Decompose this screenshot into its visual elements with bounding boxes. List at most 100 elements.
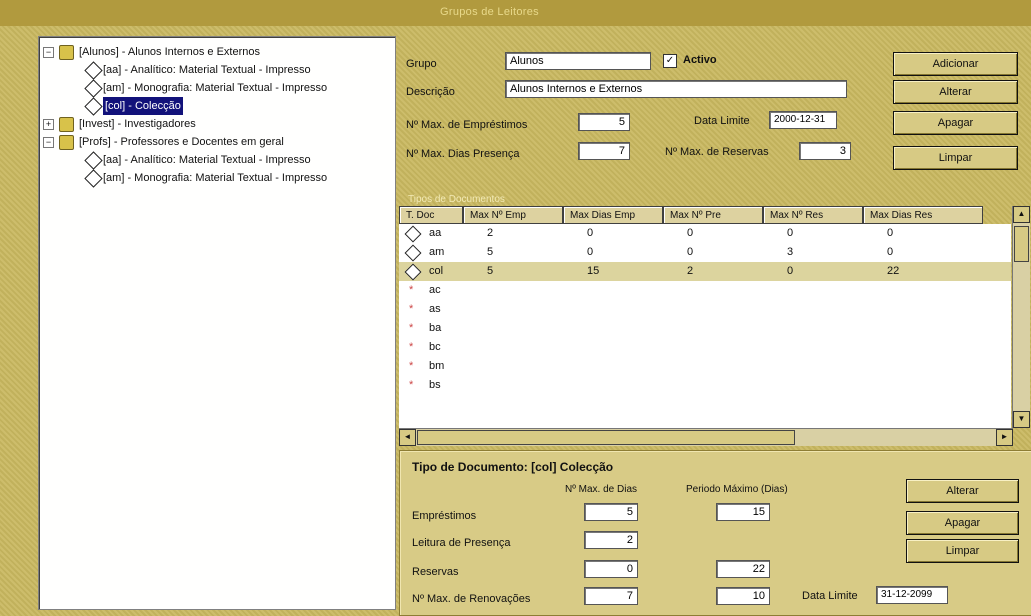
doc-type-code-cell: col — [429, 265, 444, 277]
col-periodo-header: Periodo Máximo (Dias) — [686, 484, 788, 495]
reservas-label: Reservas — [412, 566, 459, 578]
document-type-icon — [404, 244, 422, 262]
leitura-presenca-dias-input[interactable] — [584, 531, 638, 549]
document-type-icon — [84, 79, 103, 98]
detail-data-limite-input[interactable] — [876, 586, 948, 604]
column-header[interactable]: T. Doc — [399, 206, 463, 224]
max-dias-presenca-input[interactable] — [578, 142, 630, 160]
new-row-icon: * — [409, 341, 414, 353]
activo-checkbox[interactable]: ✓ — [663, 54, 677, 68]
column-header[interactable]: Max Dias Res — [863, 206, 983, 224]
table-cell: 0 — [687, 246, 694, 258]
doc-type-code-cell: bm — [429, 360, 445, 372]
emprestimos-periodo-input[interactable] — [716, 503, 770, 521]
detail-apagar-button[interactable]: Apagar — [906, 511, 1019, 535]
scroll-right-icon[interactable]: ► — [996, 429, 1013, 446]
doc-type-code-cell: ac — [429, 284, 441, 296]
new-row-icon: * — [409, 360, 414, 372]
scroll-down-icon[interactable]: ▼ — [1013, 411, 1030, 428]
renovacoes-label: Nº Max. de Renovações — [412, 593, 531, 605]
column-header[interactable]: Max Nº Pre — [663, 206, 763, 224]
folder-icon — [59, 135, 74, 150]
collapse-icon[interactable]: − — [43, 47, 54, 58]
max-emprestimos-label: Nº Max. de Empréstimos — [406, 119, 528, 131]
new-row-icon: * — [409, 303, 414, 315]
table-cell: 0 — [787, 265, 794, 277]
group-tree[interactable]: − [Alunos] - Alunos Internos e Externos [a… — [38, 36, 396, 610]
table-cell: 0 — [787, 227, 794, 239]
doc-types-grid[interactable]: T. Doc Max Nº Emp Max Dias Emp Max Nº Pre Ma… — [399, 206, 1030, 446]
limpar-button[interactable]: Limpar — [893, 146, 1018, 170]
column-header[interactable]: Max Nº Emp — [463, 206, 563, 224]
table-row[interactable]: * as — [399, 300, 1011, 319]
detail-title: Tipo de Documento: [col] Colecção — [412, 460, 614, 474]
table-cell: 2 — [487, 227, 494, 239]
doc-type-code-cell: ba — [429, 322, 442, 334]
renovacoes-dias-input[interactable] — [584, 587, 638, 605]
emprestimos-label: Empréstimos — [412, 510, 477, 522]
table-cell: 0 — [587, 246, 594, 258]
alterar-button[interactable]: Alterar — [893, 80, 1018, 104]
data-limite-input[interactable] — [769, 111, 837, 129]
tree-node-label: [am] - Monografia: Material Textual - Im… — [103, 172, 328, 184]
table-row[interactable]: * bm — [399, 357, 1011, 376]
reservas-periodo-input[interactable] — [716, 560, 770, 578]
horizontal-scrollbar[interactable]: ◄ ► — [399, 428, 1013, 446]
new-row-icon: * — [409, 379, 414, 391]
tree-node-label: [Profs] - Professores e Docentes em gera… — [79, 136, 284, 148]
descricao-label: Descrição — [406, 86, 455, 98]
max-reservas-input[interactable] — [799, 142, 851, 160]
reservas-dias-input[interactable] — [584, 560, 638, 578]
detail-data-limite-label: Data Limite — [802, 590, 858, 602]
vertical-scroll-thumb[interactable] — [1014, 226, 1029, 262]
table-row[interactable]: * bs — [399, 376, 1011, 395]
expand-icon[interactable]: + — [43, 119, 54, 130]
data-limite-label: Data Limite — [694, 115, 750, 127]
tree-node-label: [am] - Monografia: Material Textual - Im… — [103, 82, 328, 94]
renovacoes-periodo-input[interactable] — [716, 587, 770, 605]
table-cell: 22 — [887, 265, 900, 277]
title-bar: Grupos de Leitores — [0, 0, 1031, 26]
doc-types-section-title: Tipos de Documentos — [408, 194, 505, 205]
detail-limpar-button[interactable]: Limpar — [906, 539, 1019, 563]
table-row[interactable]: * ba — [399, 319, 1011, 338]
collapse-icon[interactable]: − — [43, 137, 54, 148]
table-cell: 0 — [887, 246, 894, 258]
table-row[interactable]: am 5 0 0 3 0 — [399, 243, 1011, 262]
col-max-dias-header: Nº Max. de Dias — [565, 484, 638, 495]
table-row[interactable]: aa 2 0 0 0 0 — [399, 224, 1011, 243]
descricao-input[interactable] — [505, 80, 847, 98]
scroll-left-icon[interactable]: ◄ — [399, 429, 416, 446]
emprestimos-dias-input[interactable] — [584, 503, 638, 521]
horizontal-scroll-thumb[interactable] — [417, 430, 795, 445]
scroll-up-icon[interactable]: ▲ — [1013, 206, 1030, 223]
grid-body: aa 2 0 0 0 0 am 5 0 0 3 0 col 5 15 2 0 22 * ac * as * ba * bc * bm *… — [399, 224, 1011, 428]
tree-node-label: [Invest] - Investigadores — [79, 118, 196, 130]
table-cell: 3 — [787, 246, 794, 258]
table-row[interactable]: * bc — [399, 338, 1011, 357]
grupo-label: Grupo — [406, 58, 437, 70]
grupo-input[interactable] — [505, 52, 651, 70]
max-dias-presenca-label: Nº Max. Dias Presença — [406, 148, 520, 160]
vertical-scrollbar[interactable]: ▲ ▼ — [1012, 206, 1030, 428]
apagar-button[interactable]: Apagar — [893, 111, 1018, 135]
app-window: Grupos de Leitores − [Alunos] - Alunos In… — [0, 0, 1031, 616]
table-cell: 5 — [487, 246, 494, 258]
leitura-presenca-label: Leitura de Presença — [412, 537, 511, 549]
adicionar-button[interactable]: Adicionar — [893, 52, 1018, 76]
table-row[interactable]: * ac — [399, 281, 1011, 300]
doc-type-code-cell: am — [429, 246, 445, 258]
column-header[interactable]: Max Dias Emp — [563, 206, 663, 224]
max-emprestimos-input[interactable] — [578, 113, 630, 131]
detail-alterar-button[interactable]: Alterar — [906, 479, 1019, 503]
table-cell: 0 — [587, 227, 594, 239]
column-header[interactable]: Max Nº Res — [763, 206, 863, 224]
document-type-icon — [84, 151, 103, 170]
table-row[interactable]: col 5 15 2 0 22 — [399, 262, 1011, 281]
window-title: Grupos de Leitores — [440, 6, 539, 18]
document-type-icon — [84, 97, 103, 116]
tree-node-label: [Alunos] - Alunos Internos e Externos — [79, 46, 260, 58]
folder-icon — [59, 45, 74, 60]
folder-icon — [59, 117, 74, 132]
doc-type-code-cell: bs — [429, 379, 441, 391]
